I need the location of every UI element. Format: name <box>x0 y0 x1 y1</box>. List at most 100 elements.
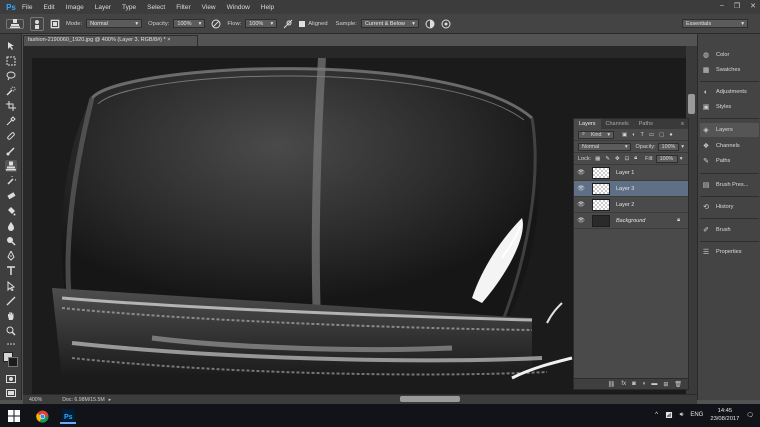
dock-item-brush[interactable]: ✐ Brush <box>700 223 759 237</box>
pressure-size-icon[interactable] <box>441 19 451 29</box>
filter-shape-icon[interactable]: ▭ <box>649 132 654 138</box>
dock-item-styles[interactable]: ▣ Styles <box>700 100 759 114</box>
more-tools-icon[interactable] <box>5 338 17 350</box>
clone-stamp-preset-icon[interactable] <box>6 18 24 29</box>
airbrush-icon[interactable] <box>283 19 293 29</box>
dock-item-color[interactable]: ◍ Color <box>700 48 759 62</box>
menu-view[interactable]: View <box>202 4 216 11</box>
brush-size-picker[interactable] <box>30 16 44 31</box>
lock-position-icon[interactable]: ✥ <box>615 156 620 162</box>
dock-item-properties[interactable]: ☰ Properties <box>700 245 759 259</box>
status-menu-arrow-icon[interactable]: ▸ <box>109 397 112 403</box>
chevron-down-icon[interactable]: ▾ <box>681 144 684 150</box>
dock-item-brush-presets[interactable]: ▤ Brush Pres... <box>700 178 759 192</box>
windows-start-icon[interactable] <box>6 408 22 424</box>
hand-tool-icon[interactable] <box>5 310 17 322</box>
opacity-input[interactable]: 100% ▾ <box>173 19 206 28</box>
clock[interactable]: 14:45 23/08/2017 <box>710 407 739 423</box>
dock-item-adjustments[interactable]: ◐ Adjustments <box>700 85 759 99</box>
pressure-opacity-icon[interactable] <box>211 19 221 29</box>
history-brush-tool-icon[interactable] <box>5 175 17 187</box>
tray-caret-icon[interactable]: ^ <box>655 412 658 418</box>
visibility-eye-icon[interactable]: 👁︎ <box>574 201 588 208</box>
path-selection-tool-icon[interactable] <box>5 280 17 292</box>
lock-all-icon[interactable]: 🔒︎ <box>634 155 637 162</box>
language-indicator[interactable]: ENG <box>690 412 703 418</box>
healing-brush-tool-icon[interactable] <box>5 130 17 142</box>
trash-icon[interactable]: 🗑︎ <box>674 381 682 388</box>
menu-window[interactable]: Window <box>227 4 250 11</box>
menu-file[interactable]: File <box>22 4 32 11</box>
menu-layer[interactable]: Layer <box>95 4 111 11</box>
menu-type[interactable]: Type <box>122 4 136 11</box>
workspace-select[interactable]: Essentials ▾ <box>682 19 748 28</box>
blur-tool-icon[interactable] <box>5 220 17 232</box>
menu-edit[interactable]: Edit <box>43 4 54 11</box>
dock-item-history[interactable]: ⟲ History <box>700 200 759 214</box>
fill-input[interactable]: 100% <box>655 154 678 163</box>
menu-select[interactable]: Select <box>147 4 165 11</box>
filter-smart-object-icon[interactable]: ▢ <box>659 132 664 138</box>
dock-item-swatches[interactable]: ▦ Swatches <box>700 63 759 77</box>
dock-item-channels[interactable]: ❖ Channels <box>700 139 759 153</box>
clone-source-panel-icon[interactable] <box>50 18 60 29</box>
fx-icon[interactable]: fx <box>621 381 626 387</box>
marquee-tool-icon[interactable] <box>5 55 17 67</box>
kind-filter-select[interactable]: ⌕ Kind ▾ <box>578 130 614 139</box>
vertical-scroll-thumb[interactable] <box>688 94 695 114</box>
layer-row-background[interactable]: 👁︎ Background 🔒︎ <box>574 213 688 229</box>
pen-tool-icon[interactable] <box>5 250 17 262</box>
restore-button[interactable]: ❐ <box>734 2 740 10</box>
clone-stamp-tool-icon[interactable] <box>5 160 17 172</box>
quick-selection-tool-icon[interactable] <box>5 85 17 97</box>
blend-mode-select[interactable]: Normal ▾ <box>578 142 632 151</box>
volume-icon[interactable]: 🔊︎ <box>680 412 684 419</box>
eyedropper-tool-icon[interactable] <box>5 115 17 127</box>
zoom-level[interactable]: 400% <box>29 397 42 403</box>
close-button[interactable]: ✕ <box>750 2 756 10</box>
filter-pixel-icon[interactable]: ▣ <box>622 132 627 138</box>
visibility-eye-icon[interactable]: 👁︎ <box>574 185 588 192</box>
panel-menu-icon[interactable]: ≡ <box>681 121 684 127</box>
tab-layers[interactable]: Layers <box>574 119 601 129</box>
quick-mask-icon[interactable] <box>5 373 17 385</box>
mask-icon[interactable]: ◙ <box>632 381 636 387</box>
filter-adjustment-icon[interactable]: ◐ <box>632 132 635 138</box>
line-tool-icon[interactable] <box>5 295 17 307</box>
layer-row-layer-1[interactable]: 👁︎ Layer 1 <box>574 165 688 181</box>
lasso-tool-icon[interactable] <box>5 70 17 82</box>
ignore-adjustment-layers-icon[interactable] <box>425 19 435 29</box>
mode-select[interactable]: Normal ▾ <box>86 19 143 28</box>
tab-channels[interactable]: Channels <box>601 119 634 129</box>
eraser-tool-icon[interactable] <box>5 190 17 202</box>
chevron-down-icon[interactable]: ▾ <box>680 156 683 162</box>
flow-input[interactable]: 100% ▾ <box>245 19 278 28</box>
filter-type-icon[interactable]: T <box>641 132 644 138</box>
dodge-tool-icon[interactable] <box>5 235 17 247</box>
layer-opacity-input[interactable]: 100% <box>657 142 680 151</box>
menu-image[interactable]: Image <box>66 4 84 11</box>
close-icon[interactable]: × <box>167 37 170 43</box>
layer-row-layer-2[interactable]: 👁︎ Layer 2 <box>574 197 688 213</box>
adjustment-icon[interactable]: ◑ <box>642 381 646 387</box>
aligned-checkbox[interactable] <box>299 20 306 27</box>
folder-icon[interactable]: ▬ <box>651 381 657 387</box>
link-icon[interactable]: ⛓︎ <box>608 381 616 388</box>
lock-artboard-icon[interactable]: ⊡ <box>625 156 630 162</box>
paint-bucket-tool-icon[interactable] <box>5 205 17 217</box>
photoshop-taskbar-icon[interactable]: Ps <box>60 408 76 424</box>
crop-tool-icon[interactable] <box>5 100 17 112</box>
zoom-tool-icon[interactable] <box>5 325 17 337</box>
horizontal-scroll-thumb[interactable] <box>400 396 460 402</box>
dock-item-layers[interactable]: ◈ Layers <box>700 123 759 137</box>
visibility-eye-icon[interactable]: 👁︎ <box>574 169 588 176</box>
chrome-icon[interactable] <box>34 408 50 424</box>
network-icon[interactable]: 📶︎ <box>665 412 673 419</box>
document-tab[interactable]: fashion-2190060_1920.jpg @ 400% (Layer 3… <box>23 35 198 46</box>
screen-mode-icon[interactable] <box>5 387 17 399</box>
minimize-button[interactable]: – <box>720 2 724 10</box>
notifications-icon[interactable]: 🗨︎ <box>746 412 754 419</box>
tab-paths[interactable]: Paths <box>634 119 658 129</box>
background-color-swatch[interactable] <box>8 357 18 367</box>
visibility-eye-icon[interactable]: 👁︎ <box>574 217 588 224</box>
